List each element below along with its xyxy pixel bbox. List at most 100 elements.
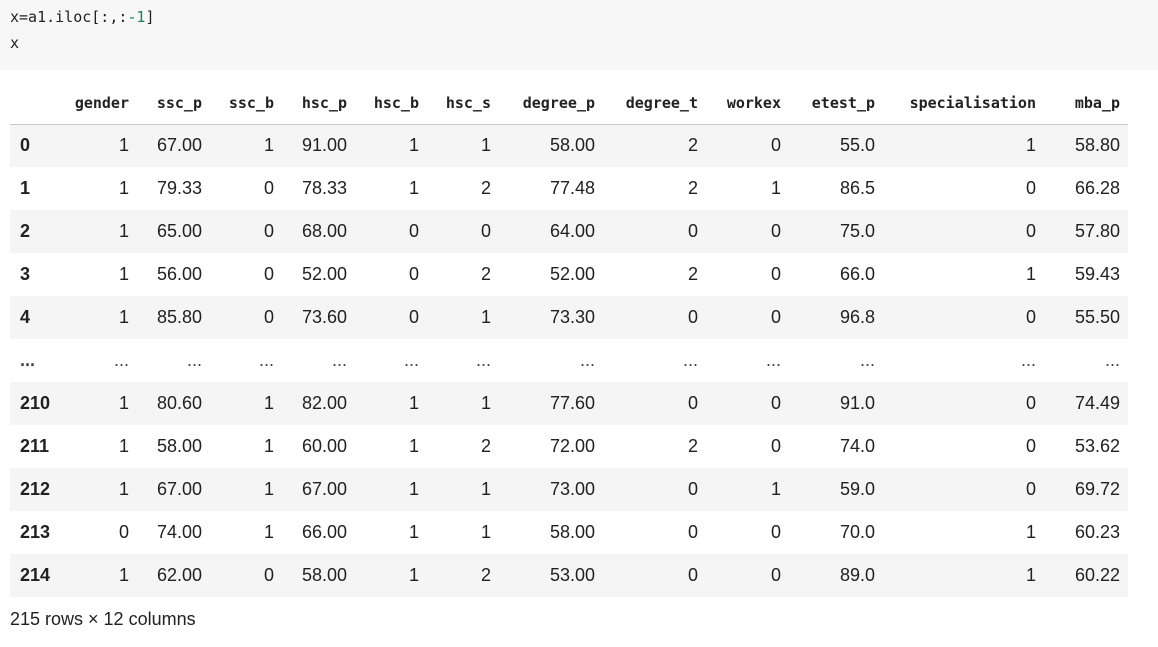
cell-ssc-p: 56.00 — [156, 264, 202, 284]
cell-specialisation: 1 — [1025, 522, 1036, 542]
cell-ssc-p: 65.00 — [156, 221, 202, 241]
cell-degree-t: 0 — [687, 393, 698, 413]
cell-ssc-p: ... — [186, 350, 202, 370]
code-cell[interactable]: x=a1.iloc[:,:-1] x — [0, 0, 1158, 70]
code-text: ] — [145, 8, 155, 26]
cell-mba-p: 74.49 — [1074, 393, 1120, 413]
cell-degree-p: 73.00 — [549, 479, 595, 499]
dataframe-table: gender ssc_p ssc_b hsc_p hsc_b hsc_s degree_p d… — [10, 82, 1128, 597]
row-index: 2 — [20, 221, 31, 241]
table-row: 4 1 85.80 0 73.60 0 1 73.30 0 0 96.8 0 55.50 — [10, 296, 1128, 339]
cell-degree-p: 52.00 — [549, 264, 595, 284]
cell-hsc-p: 66.00 — [301, 522, 347, 542]
cell-gender: 1 — [118, 307, 129, 327]
column-header-hsc-s: hsc_s — [427, 82, 499, 125]
cell-hsc-s: 1 — [480, 135, 491, 156]
cell-ssc-p: 79.33 — [156, 178, 202, 198]
cell-specialisation: 0 — [1025, 393, 1036, 413]
cell-specialisation: 1 — [1025, 264, 1036, 284]
cell-gender: 0 — [118, 522, 129, 542]
row-index: 3 — [20, 264, 31, 284]
cell-etest-p: 96.8 — [839, 307, 875, 327]
cell-workex: 0 — [770, 264, 781, 284]
cell-workex: 0 — [770, 565, 781, 585]
cell-mba-p: 57.80 — [1074, 221, 1120, 241]
cell-degree-t: ... — [682, 350, 698, 370]
row-index: 212 — [20, 479, 51, 499]
cell-degree-t: 0 — [687, 522, 698, 542]
table-row: 2 1 65.00 0 68.00 0 0 64.00 0 0 75.0 0 57.80 — [10, 210, 1128, 253]
ellipsis-row: ....................................... — [10, 339, 1128, 382]
cell-etest-p: 74.0 — [839, 436, 875, 456]
cell-workex: 1 — [770, 479, 781, 499]
column-header-workex: workex — [706, 82, 789, 125]
cell-hsc-b: 0 — [408, 307, 419, 327]
cell-ssc-p: 74.00 — [156, 522, 202, 542]
cell-hsc-s: 0 — [480, 221, 491, 241]
cell-hsc-p: 60.00 — [301, 436, 347, 456]
cell-gender: 1 — [118, 565, 129, 585]
cell-mba-p: 66.28 — [1074, 178, 1120, 198]
row-index: 214 — [20, 565, 51, 585]
cell-specialisation: 0 — [1025, 479, 1036, 499]
cell-degree-p: 77.48 — [549, 178, 595, 198]
cell-hsc-s: 1 — [480, 522, 491, 542]
cell-ssc-b: 1 — [263, 135, 274, 156]
cell-workex: 0 — [770, 135, 781, 156]
shape-summary: 215 rows × 12 columns — [10, 609, 196, 629]
cell-hsc-p: 78.33 — [301, 178, 347, 198]
cell-hsc-s: 2 — [480, 178, 491, 198]
index-header — [10, 82, 66, 125]
table-row: 211 1 58.00 1 60.00 1 2 72.00 2 0 74.0 0 53.62 — [10, 425, 1128, 468]
table-body: 0 1 67.00 1 91.00 1 1 58.00 2 0 55.0 1 58.80 1 1 79.33 0… — [10, 124, 1128, 597]
cell-workex: 0 — [770, 307, 781, 327]
cell-hsc-p: 58.00 — [301, 565, 347, 585]
cell-hsc-p: 73.60 — [301, 307, 347, 327]
cell-workex: 0 — [770, 221, 781, 241]
row-index: 211 — [20, 436, 50, 456]
cell-ssc-p: 67.00 — [156, 479, 202, 499]
cell-workex: 0 — [770, 393, 781, 413]
cell-gender: 1 — [118, 221, 129, 241]
cell-etest-p: 66.0 — [839, 264, 875, 284]
cell-workex: 1 — [770, 178, 781, 198]
cell-mba-p: 55.50 — [1074, 307, 1120, 327]
cell-degree-t: 2 — [687, 135, 698, 156]
cell-workex: 0 — [770, 522, 781, 542]
cell-gender: 1 — [118, 479, 129, 499]
cell-degree-p: 72.00 — [549, 436, 595, 456]
row-index: 210 — [20, 393, 51, 413]
cell-hsc-s: 2 — [480, 436, 491, 456]
cell-gender: 1 — [118, 436, 129, 456]
cell-ssc-b: 0 — [263, 221, 274, 241]
cell-specialisation: 1 — [1025, 565, 1036, 585]
cell-etest-p: 55.0 — [839, 135, 875, 156]
cell-degree-t: 0 — [687, 307, 698, 327]
column-header-gender: gender — [66, 82, 137, 125]
cell-workex: ... — [765, 350, 781, 370]
cell-degree-t: 0 — [687, 479, 698, 499]
cell-etest-p: 70.0 — [839, 522, 875, 542]
cell-etest-p: 59.0 — [839, 479, 875, 499]
cell-mba-p: 60.23 — [1074, 522, 1120, 542]
cell-hsc-b: 1 — [408, 393, 419, 413]
table-row: 1 1 79.33 0 78.33 1 2 77.48 2 1 86.5 0 66.28 — [10, 167, 1128, 210]
cell-ssc-p: 62.00 — [156, 565, 202, 585]
row-index: 0 — [20, 135, 31, 156]
column-header-mba-p: mba_p — [1044, 82, 1128, 125]
row-index: 213 — [20, 522, 51, 542]
table-row: 214 1 62.00 0 58.00 1 2 53.00 0 0 89.0 1 60.22 — [10, 554, 1128, 597]
cell-mba-p: 53.62 — [1074, 436, 1120, 456]
cell-degree-p: 64.00 — [549, 221, 595, 241]
column-header-ssc-p: ssc_p — [137, 82, 210, 125]
column-header-specialisation: specialisation — [883, 82, 1044, 125]
column-header-ssc-b: ssc_b — [210, 82, 282, 125]
cell-ssc-p: 80.60 — [156, 393, 202, 413]
cell-hsc-b: ... — [403, 350, 419, 370]
cell-hsc-p: 91.00 — [301, 135, 347, 156]
cell-specialisation: 0 — [1025, 307, 1036, 327]
cell-hsc-s: 2 — [480, 264, 491, 284]
cell-hsc-b: 0 — [408, 264, 419, 284]
header-row: gender ssc_p ssc_b hsc_p hsc_b hsc_s degree_p d… — [10, 82, 1128, 125]
code-line-1: x=a1.iloc[:,:-1] — [10, 8, 155, 26]
